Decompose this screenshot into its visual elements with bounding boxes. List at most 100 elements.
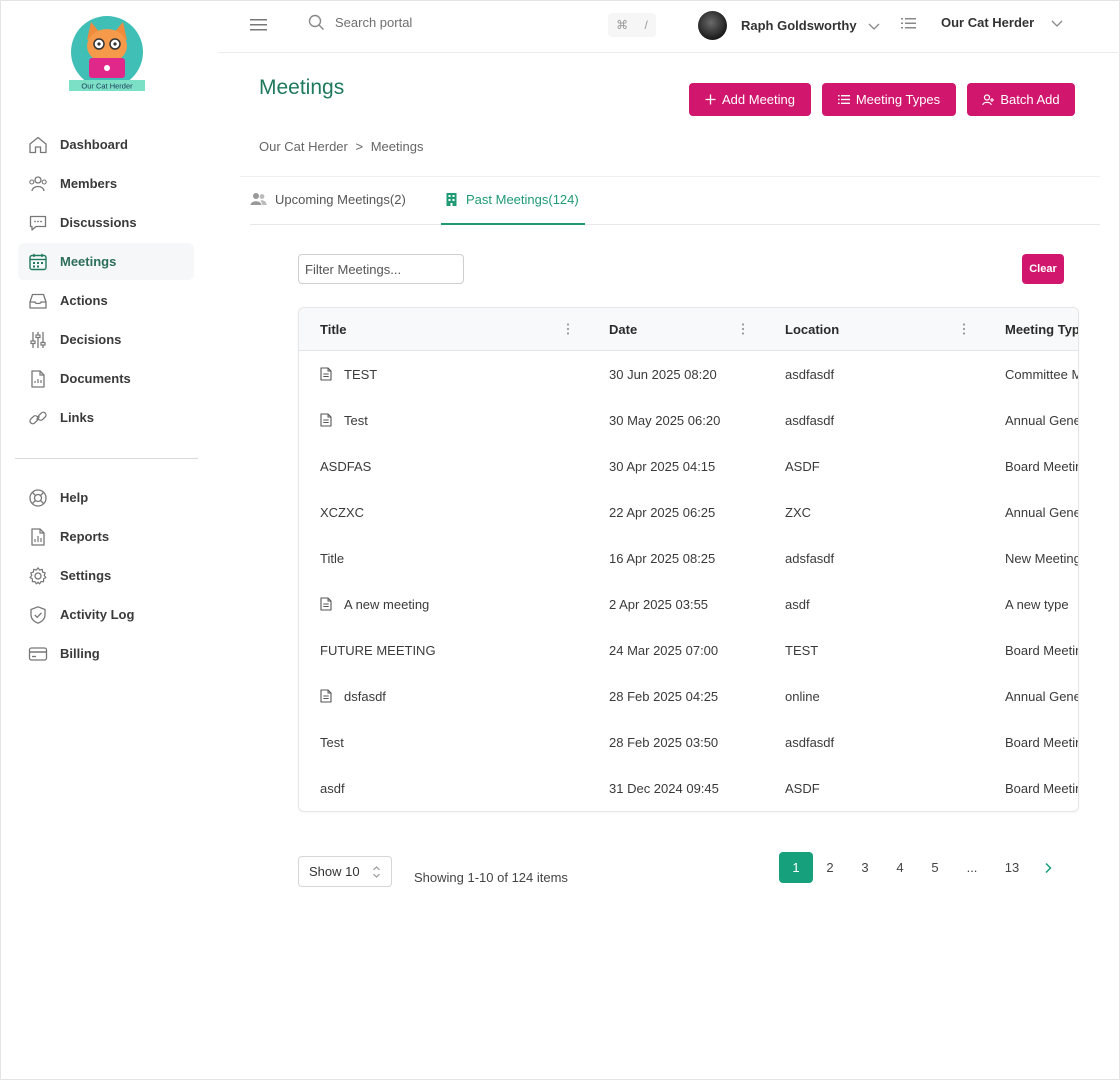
meeting-type-cell: Committee M	[1005, 351, 1079, 397]
tab-past-meetings[interactable]: Past Meetings(124)	[441, 188, 585, 225]
column-header-title[interactable]: Title	[320, 308, 347, 351]
column-menu-icon[interactable]	[565, 322, 571, 336]
meeting-location-cell: online	[785, 673, 985, 719]
breadcrumb-current: Meetings	[370, 139, 424, 154]
meeting-title-cell[interactable]: dsfasdf	[320, 673, 590, 719]
meeting-date-cell: 2 Apr 2025 03:55	[609, 581, 779, 627]
meeting-title-cell[interactable]: A new meeting	[320, 581, 590, 627]
sidebar-item-links[interactable]: Links	[18, 399, 194, 436]
meeting-title-text: asdf	[320, 780, 345, 796]
table-row[interactable]: ASDFAS 30 Apr 2025 04:15 ASDF Board Meetin	[299, 443, 1078, 489]
hamburger-menu-icon[interactable]	[250, 17, 268, 33]
sidebar-item-actions[interactable]: Actions	[18, 282, 194, 319]
table-row[interactable]: FUTURE MEETING 24 Mar 2025 07:00 TEST Board…	[299, 627, 1078, 673]
meeting-type-text: Annual Gener	[1005, 412, 1079, 428]
meeting-type-text: Committee M	[1005, 366, 1079, 382]
meeting-location-text: ZXC	[785, 504, 811, 520]
column-header-location[interactable]: Location	[785, 308, 839, 351]
header-divider	[240, 176, 1100, 177]
meeting-title-cell[interactable]: Title	[320, 535, 590, 581]
meeting-title-cell[interactable]: Test	[320, 719, 590, 765]
column-menu-icon[interactable]	[740, 322, 746, 336]
calendar-icon	[28, 252, 48, 272]
sidebar-divider	[15, 458, 198, 459]
meeting-location-cell: asdf	[785, 581, 985, 627]
sidebar-item-help[interactable]: Help	[18, 479, 194, 516]
user-menu[interactable]: Raph Goldsworthy	[698, 11, 881, 40]
column-header-date[interactable]: Date	[609, 308, 637, 351]
sidebar-item-meetings[interactable]: Meetings	[18, 243, 194, 280]
table-row[interactable]: Test 30 May 2025 06:20 asdfasdf Annual Gene…	[299, 397, 1078, 443]
sidebar-item-label: Links	[60, 410, 94, 425]
clear-filter-button[interactable]: Clear	[1022, 254, 1064, 284]
table-row[interactable]: Test 28 Feb 2025 03:50 asdfasdf Board Meeti…	[299, 719, 1078, 765]
shield-icon	[28, 605, 48, 625]
page-button[interactable]: 5	[918, 852, 952, 883]
top-bar: Search portal ⌘ / Raph Goldsworthy Our C…	[218, 0, 1120, 53]
table-row[interactable]: Title 16 Apr 2025 08:25 adsfasdf New Meetin…	[299, 535, 1078, 581]
sliders-icon	[28, 330, 48, 350]
meeting-tabs: Upcoming Meetings(2) Past Meetings(124)	[250, 188, 1100, 225]
meeting-type-cell: Board Meetin	[1005, 719, 1078, 765]
batch-add-button[interactable]: Batch Add	[967, 83, 1075, 116]
meeting-type-cell: Annual Gener	[1005, 673, 1078, 719]
meeting-date-text: 28 Feb 2025 03:50	[609, 734, 719, 750]
column-menu-icon[interactable]	[961, 322, 967, 336]
meeting-types-button[interactable]: Meeting Types	[822, 83, 956, 116]
page-button[interactable]: 4	[883, 852, 917, 883]
breadcrumb-separator: >	[355, 139, 364, 154]
table-row[interactable]: TEST 30 Jun 2025 08:20 asdfasdf Committee M	[299, 351, 1078, 397]
meeting-location-text: TEST	[785, 642, 819, 658]
meeting-type-text: New Meeting	[1005, 550, 1079, 566]
meeting-date-text: 22 Apr 2025 06:25	[609, 504, 716, 520]
breadcrumb-org[interactable]: Our Cat Herder	[259, 139, 348, 154]
tab-past-label: Past Meetings(124)	[466, 192, 579, 207]
meeting-type-cell: A new type	[1005, 581, 1078, 627]
meeting-title-text: Test	[320, 734, 344, 750]
filter-meetings-input[interactable]	[298, 254, 464, 284]
meeting-title-cell[interactable]: ASDFAS	[320, 443, 590, 489]
meeting-date-text: 31 Dec 2024 09:45	[609, 780, 719, 796]
page-size-select[interactable]: Show 10	[298, 856, 392, 887]
chevron-down-icon	[1051, 20, 1063, 27]
sidebar-item-members[interactable]: Members	[18, 165, 194, 202]
sidebar-item-reports[interactable]: Reports	[18, 518, 194, 555]
tab-upcoming-meetings[interactable]: Upcoming Meetings(2)	[250, 188, 406, 225]
sidebar-item-decisions[interactable]: Decisions	[18, 321, 194, 358]
search-bar[interactable]: Search portal	[308, 14, 412, 31]
meeting-title-cell[interactable]: FUTURE MEETING	[320, 627, 590, 673]
sidebar-item-activity-log[interactable]: Activity Log	[18, 596, 194, 633]
report-icon	[28, 527, 48, 547]
meeting-title-cell[interactable]: XCZXC	[320, 489, 590, 535]
cat-herder-logo[interactable]: Our Cat Herder	[65, 14, 149, 94]
table-row[interactable]: asdf 31 Dec 2024 09:45 ASDF Board Meetin	[299, 765, 1078, 811]
sidebar-item-documents[interactable]: Documents	[18, 360, 194, 397]
table-row[interactable]: XCZXC 22 Apr 2025 06:25 ZXC Annual Gener	[299, 489, 1078, 535]
org-switcher[interactable]: Our Cat Herder	[901, 15, 1064, 30]
sidebar-item-dashboard[interactable]: Dashboard	[18, 126, 194, 163]
meeting-date-text: 30 May 2025 06:20	[609, 412, 721, 428]
page-button[interactable]: 3	[848, 852, 882, 883]
column-header-meeting-type[interactable]: Meeting Typ	[1005, 308, 1078, 351]
table-row[interactable]: dsfasdf 28 Feb 2025 04:25 online Annual Gen…	[299, 673, 1078, 719]
meeting-title-text: Test	[344, 412, 368, 428]
document-icon	[320, 597, 332, 611]
table-row[interactable]: A new meeting 2 Apr 2025 03:55 asdf A new t…	[299, 581, 1078, 627]
page-button[interactable]: 1	[779, 852, 813, 883]
sidebar-item-discussions[interactable]: Discussions	[18, 204, 194, 241]
meeting-title-cell[interactable]: asdf	[320, 765, 590, 811]
next-page-button[interactable]	[1035, 852, 1061, 883]
meeting-location-text: asdfasdf	[785, 412, 835, 428]
page-button[interactable]: 13	[995, 852, 1029, 883]
meeting-title-cell[interactable]: TEST	[320, 351, 590, 397]
meeting-title-cell[interactable]: Test	[320, 397, 590, 443]
document-icon	[28, 369, 48, 389]
meeting-location-cell: ZXC	[785, 489, 985, 535]
sidebar-item-billing[interactable]: Billing	[18, 635, 194, 672]
sidebar-item-label: Reports	[60, 529, 110, 544]
sidebar-item-settings[interactable]: Settings	[18, 557, 194, 594]
add-meeting-button[interactable]: Add Meeting	[689, 83, 811, 116]
meeting-type-cell: Board Meetin	[1005, 765, 1078, 811]
page-button[interactable]: 2	[813, 852, 847, 883]
document-icon	[320, 413, 332, 427]
